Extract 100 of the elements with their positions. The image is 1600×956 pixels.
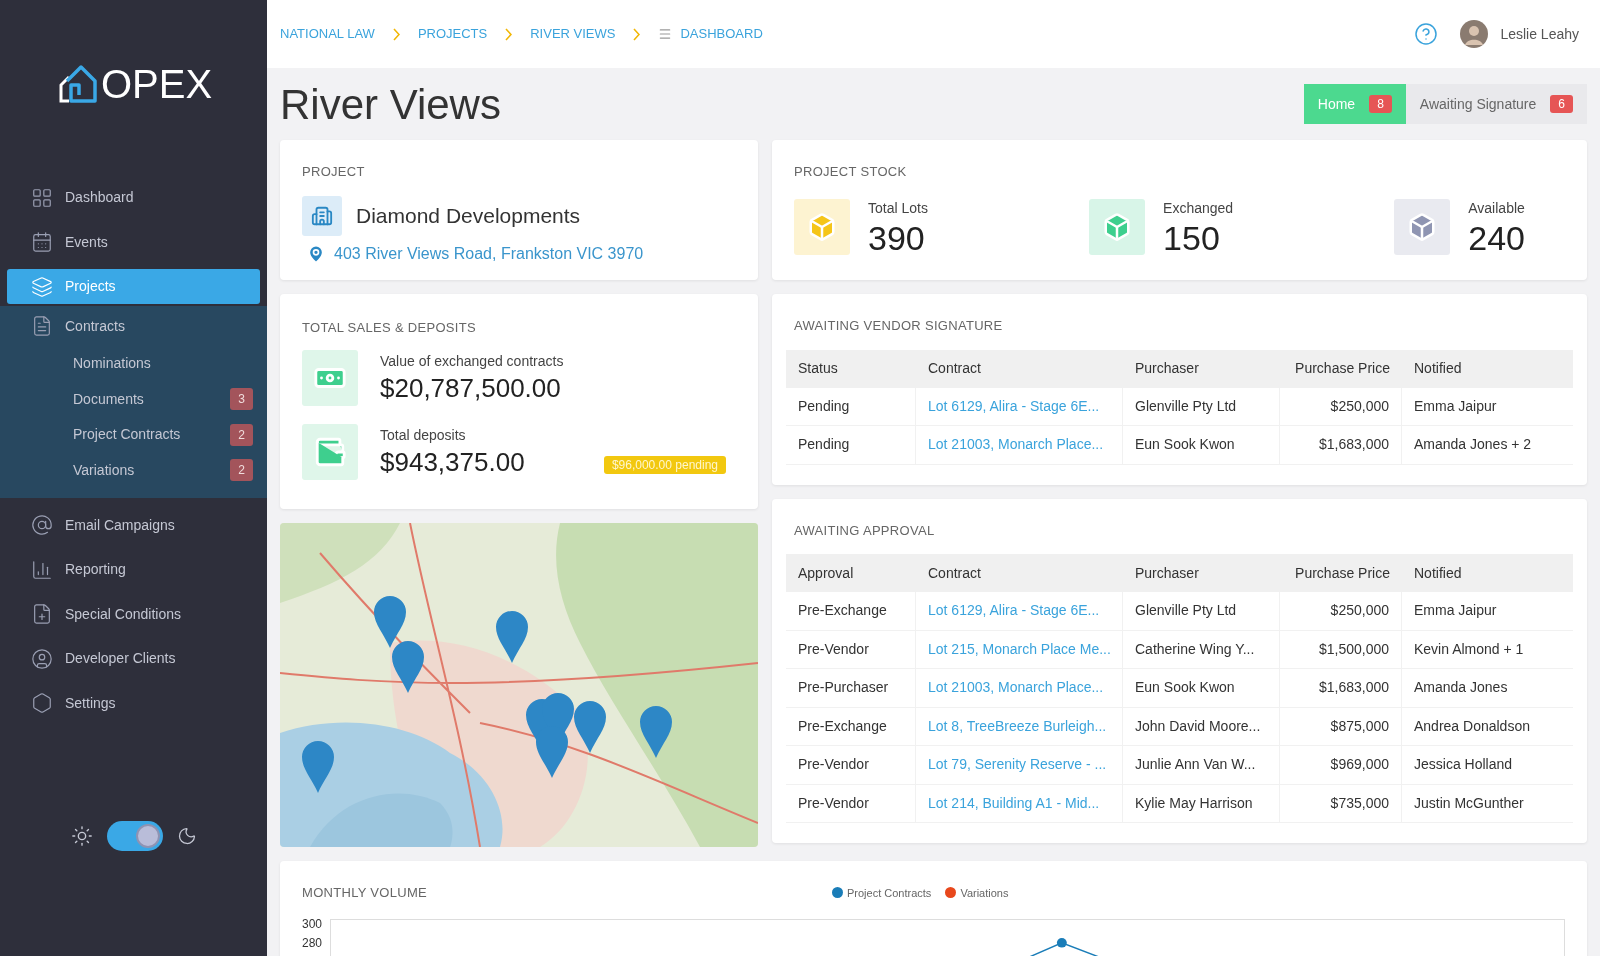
nav-item[interactable]: Email Campaigns bbox=[7, 507, 260, 543]
submenu-item[interactable]: Nominations bbox=[0, 346, 267, 382]
table-cell: $250,000 bbox=[1280, 592, 1402, 630]
table-cell-text: Emma Jaipur bbox=[1413, 601, 1498, 621]
stat-label: Exchanged bbox=[1163, 198, 1234, 218]
breadcrumb-link[interactable]: PROJECTS bbox=[417, 24, 488, 44]
table-cell-text: Jessica Holland bbox=[1413, 755, 1514, 775]
breadcrumb-link[interactable]: RIVER VIEWS bbox=[530, 24, 616, 44]
breadcrumb-link[interactable]: DASHBOARD bbox=[680, 24, 763, 44]
nav-item[interactable]: Projects bbox=[7, 269, 260, 304]
theme-toggle[interactable] bbox=[106, 820, 163, 851]
axis-tick-label: 280 bbox=[302, 934, 323, 952]
stat-value: 240 bbox=[1468, 218, 1525, 257]
nav-item[interactable]: Contracts bbox=[7, 306, 260, 346]
hexagon-icon bbox=[31, 692, 53, 714]
count-badge: 2 bbox=[230, 423, 253, 446]
axis-tick-label: 300 bbox=[302, 915, 323, 933]
nav-item[interactable]: Reporting bbox=[7, 552, 260, 587]
bar-chart-icon bbox=[31, 558, 53, 581]
column-header: Status bbox=[797, 359, 839, 378]
table-cell: Pre-Purchaser bbox=[786, 669, 916, 707]
avatar[interactable] bbox=[1460, 20, 1489, 48]
page-title: River Views bbox=[280, 79, 501, 130]
table-cell: $735,000 bbox=[1280, 784, 1402, 822]
table-cell-text: Amanda Jones + 2 bbox=[1413, 435, 1533, 455]
chevron-icon bbox=[633, 27, 641, 41]
table-cell: John David Moore... bbox=[1123, 707, 1280, 745]
table-cell: $875,000 bbox=[1280, 707, 1402, 745]
table-cell: Catherine Wing Y... bbox=[1123, 630, 1280, 668]
document-plus-icon bbox=[31, 603, 53, 625]
table-cell: Pre-Exchange bbox=[786, 592, 916, 630]
card-title: AWAITING APPROVAL bbox=[794, 521, 936, 540]
contract-link[interactable]: Lot 21003, Monarch Place... bbox=[928, 677, 1104, 699]
column-header: Purchaser bbox=[1134, 359, 1200, 378]
table-cell: Eun Sook Kwon bbox=[1123, 669, 1280, 707]
contract-link[interactable]: Lot 6129, Alira - Stage 6E... bbox=[928, 395, 1100, 417]
tab[interactable]: Home 8 bbox=[1303, 84, 1406, 124]
submenu-item[interactable]: Project Contracts 2 bbox=[0, 417, 267, 453]
table-cell: $250,000 bbox=[1280, 387, 1402, 425]
at-sign-icon bbox=[31, 514, 53, 536]
contract-link[interactable]: Lot 8, TreeBreeze Burleigh... bbox=[928, 715, 1107, 737]
table-cell: Pre-Vendor bbox=[786, 630, 916, 668]
column-header: Notified bbox=[1413, 563, 1463, 583]
table-cell: Glenville Pty Ltd bbox=[1123, 592, 1280, 630]
table-cell: $1,500,000 bbox=[1280, 630, 1402, 668]
table-cell: $969,000 bbox=[1280, 746, 1402, 784]
count-badge: 8 bbox=[1369, 95, 1392, 113]
table-cell-text: Amanda Jones bbox=[1413, 678, 1509, 698]
contract-link[interactable]: Lot 21003, Monarch Place... bbox=[928, 434, 1104, 456]
grid-icon bbox=[31, 186, 53, 209]
legend-label: Variations bbox=[960, 885, 1009, 901]
card-title: PROJECT STOCK bbox=[794, 163, 908, 181]
layers-icon bbox=[31, 275, 53, 298]
column-header: Approval bbox=[797, 563, 855, 583]
column-header: Contract bbox=[927, 359, 982, 378]
nav-item[interactable]: Developer Clients bbox=[7, 641, 260, 676]
table-cell: Pre-Vendor bbox=[786, 746, 916, 784]
count-badge: 6 bbox=[1550, 95, 1573, 113]
building-icon bbox=[311, 204, 333, 227]
moon-icon bbox=[176, 825, 197, 846]
table-cell-text: Kevin Almond + 1 bbox=[1413, 639, 1525, 659]
stat-value: $943,375.00 bbox=[380, 446, 525, 478]
card-title: AWAITING VENDOR SIGNATURE bbox=[794, 317, 1004, 335]
contract-link[interactable]: Lot 215, Monarch Place Me... bbox=[928, 638, 1111, 660]
contract-link[interactable]: Lot 79, Serenity Reserve - ... bbox=[928, 754, 1107, 776]
card-title: TOTAL SALES & DEPOSITS bbox=[302, 319, 477, 337]
user-name: Leslie Leahy bbox=[1500, 24, 1579, 44]
nav-item[interactable]: Dashboard bbox=[7, 180, 260, 215]
table-cell: Pre-Vendor bbox=[786, 784, 916, 822]
table-cell: Pending bbox=[786, 426, 916, 464]
address-link[interactable]: 403 River Views Road, Frankston VIC 3970 bbox=[334, 241, 644, 266]
nav-item[interactable]: Events bbox=[7, 224, 260, 260]
chevron-icon bbox=[392, 27, 400, 41]
table-cell: Pre-Exchange bbox=[786, 707, 916, 745]
stat-label: Total Lots bbox=[868, 198, 928, 218]
help-icon[interactable] bbox=[1414, 22, 1439, 46]
tab[interactable]: Awaiting Signature 6 bbox=[1405, 84, 1587, 124]
stat-value: 150 bbox=[1163, 218, 1221, 257]
list-icon bbox=[658, 27, 673, 41]
contract-link[interactable]: Lot 6129, Alira - Stage 6E... bbox=[928, 600, 1100, 622]
breadcrumb-link[interactable]: NATIONAL LAW bbox=[280, 24, 375, 44]
stat-label: Total deposits bbox=[380, 426, 467, 445]
column-header: Contract bbox=[927, 563, 982, 583]
card-title: PROJECT bbox=[302, 163, 366, 181]
stat-label: Available bbox=[1468, 198, 1525, 218]
logo-text: OPEX bbox=[100, 64, 213, 104]
stat-label: Value of exchanged contracts bbox=[380, 352, 565, 371]
column-header: Purchase Price bbox=[1294, 359, 1391, 378]
contract-link[interactable]: Lot 214, Building A1 - Mid... bbox=[928, 792, 1100, 814]
table-cell: $1,683,000 bbox=[1280, 669, 1402, 707]
table-cell: $1,683,000 bbox=[1280, 426, 1402, 464]
submenu-item[interactable]: Documents 3 bbox=[0, 381, 267, 417]
column-header: Notified bbox=[1413, 359, 1463, 378]
submenu-item[interactable]: Variations 2 bbox=[0, 452, 267, 488]
count-badge: 2 bbox=[230, 459, 253, 482]
table-cell: Glenville Pty Ltd bbox=[1123, 387, 1280, 425]
nav-item[interactable]: Special Conditions bbox=[7, 596, 260, 632]
nav-item[interactable]: Settings bbox=[7, 685, 260, 721]
table-cell: Eun Sook Kwon bbox=[1123, 426, 1280, 464]
chevron-icon bbox=[505, 27, 513, 41]
